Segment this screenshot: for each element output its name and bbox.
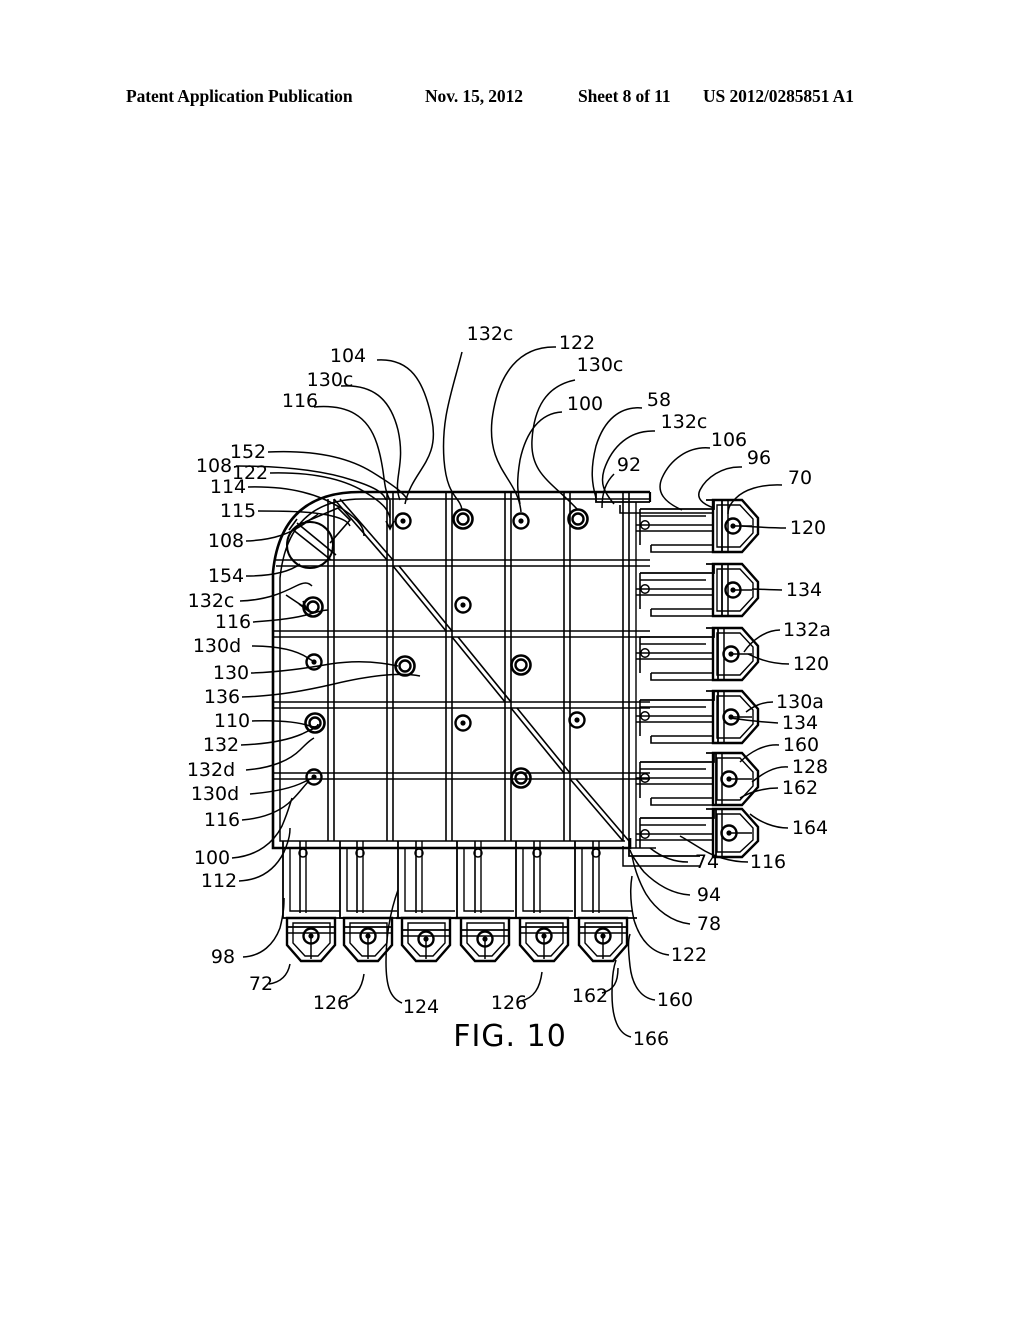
callout-160: 160 [783,734,819,756]
callout-108-2: 108 [208,530,244,552]
callout-108: 108 [196,455,232,477]
callout-130c-2: 130c [307,369,354,391]
callout-130a: 130a [776,691,824,713]
hole-small [394,512,412,530]
right-tab [636,626,760,682]
callout-74: 74 [695,851,719,873]
bottom-tab [282,841,345,963]
hole-large [510,654,532,676]
callout-94: 94 [697,884,721,906]
callout-98: 98 [211,946,235,968]
callout-122-r: 122 [671,944,707,966]
callout-100-l: 100 [194,847,230,869]
callout-134: 134 [786,579,822,601]
callout-130c: 130c [577,354,624,376]
callout-72: 72 [249,973,273,995]
callout-136: 136 [204,686,240,708]
bottom-tab [455,841,519,963]
hole-large [452,508,474,530]
callout-124: 124 [403,996,439,1018]
callout-100: 100 [567,393,603,415]
figure-drawing: 104 132c 122 130c 130c 116 100 58 132c 1… [187,323,831,1054]
callout-130d-2: 130d [191,783,239,805]
callout-96: 96 [747,447,771,469]
grid-ribs [273,492,650,841]
right-tab [636,689,760,745]
arrow-markers [285,500,395,613]
callout-116-l2: 116 [204,809,240,831]
bottom-tab [574,841,637,963]
callout-126-2: 126 [491,992,527,1014]
callout-154: 154 [208,565,244,587]
panel-outline [271,490,650,850]
callout-132c-3: 132c [661,411,708,433]
callout-58: 58 [647,389,671,411]
hole-large [304,712,326,734]
diagonal-braces [291,498,630,842]
hole-small [305,768,323,786]
callout-166: 166 [633,1028,669,1050]
callout-78: 78 [697,913,721,935]
callout-110: 110 [214,710,250,732]
callout-126: 126 [313,992,349,1014]
callout-122: 122 [559,332,595,354]
hole-small [512,512,530,530]
callout-132: 132 [203,734,239,756]
hole-small [454,596,472,614]
bottom-tab [515,841,578,963]
bottom-connector-tabs [282,841,637,963]
callout-106: 106 [711,429,747,451]
callout-132c: 132c [467,323,514,345]
callout-128: 128 [792,756,828,778]
callout-104: 104 [330,345,366,367]
callout-115: 115 [220,500,256,522]
callout-132a: 132a [783,619,831,641]
bottom-tab [339,841,402,963]
right-tab [636,807,760,859]
bottom-tab [396,841,460,963]
callout-70: 70 [788,467,812,489]
figure-caption: FIG. 10 [453,1019,567,1054]
callout-116-r: 116 [750,851,786,873]
callout-152: 152 [230,441,266,463]
callout-130: 130 [213,662,249,684]
callout-160-2: 160 [657,989,693,1011]
hole-small [568,711,586,729]
callout-134-2: 134 [782,712,818,734]
callout-130d: 130d [193,635,241,657]
callout-116-l: 116 [215,611,251,633]
callout-132c-l: 132c [188,590,235,612]
callout-92: 92 [617,454,641,476]
callout-116: 116 [282,390,318,412]
callout-132d: 132d [187,759,235,781]
callout-120: 120 [790,517,826,539]
callout-112: 112 [201,870,237,892]
callout-162: 162 [782,777,818,799]
callout-164: 164 [792,817,828,839]
bottom-right-step [622,841,700,867]
right-tab [636,562,760,618]
hole-large [510,767,532,789]
right-connector-tabs [635,498,760,859]
corner-boss-detail [286,507,352,569]
patent-page: Patent Application Publication Nov. 15, … [0,0,1024,1320]
hole-large [394,655,416,677]
hole-small [454,714,472,732]
hole-large [567,508,589,530]
callout-120-2: 120 [793,653,829,675]
right-tab [636,498,760,554]
callout-162-b: 162 [572,985,608,1007]
right-tab [636,751,760,807]
callout-114: 114 [210,476,246,498]
